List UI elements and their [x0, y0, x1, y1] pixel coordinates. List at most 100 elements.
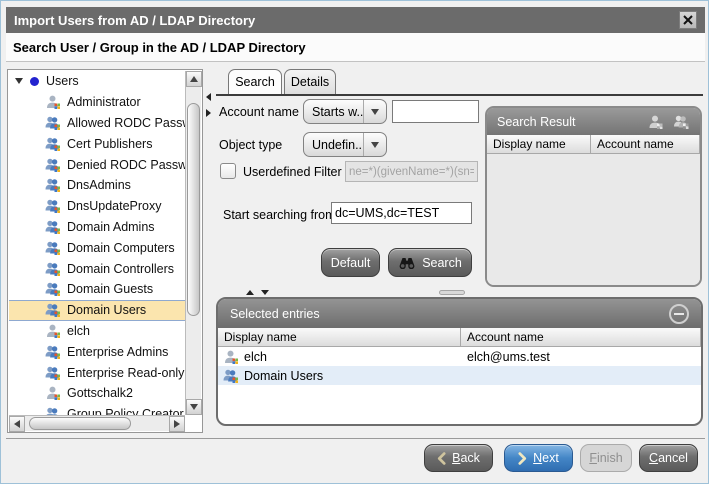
close-button[interactable]: [679, 11, 697, 29]
users-root-icon: [30, 77, 39, 86]
splitter-grip[interactable]: [439, 290, 465, 295]
tree-item-label: Domain Admins: [67, 220, 155, 234]
horizontal-scroll-thumb[interactable]: [29, 417, 131, 430]
selected-entry-row[interactable]: Domain Users: [218, 366, 701, 385]
finish-button[interactable]: Finish: [580, 444, 632, 472]
column-display-name[interactable]: Display name: [218, 328, 461, 347]
user-icon: [45, 323, 61, 339]
dialog-titlebar: Import Users from AD / LDAP Directory: [6, 7, 705, 33]
tree-item-label: Denied RODC Password R: [67, 158, 185, 172]
tree-item[interactable]: Denied RODC Password R: [9, 154, 185, 175]
column-account-name[interactable]: Account name: [591, 135, 700, 154]
tree-item[interactable]: Cert Publishers: [9, 133, 185, 154]
tree-item[interactable]: Enterprise Read-only Dom: [9, 362, 185, 383]
scroll-down-button[interactable]: [186, 399, 202, 415]
cancel-button-label: Cancel: [649, 451, 688, 465]
scroll-left-icon: [14, 420, 20, 428]
next-button[interactable]: Next: [504, 444, 573, 472]
tree-item[interactable]: Domain Admins: [9, 217, 185, 238]
group-icon: [45, 240, 61, 256]
column-account-name[interactable]: Account name: [461, 328, 701, 347]
collapse-panel-button[interactable]: [669, 304, 689, 324]
tree-splitter-handle[interactable]: [206, 93, 211, 117]
object-type-label: Object type: [219, 138, 282, 152]
account-name-input[interactable]: [392, 100, 479, 123]
tree-item-label: DnsUpdateProxy: [67, 199, 162, 213]
add-group-icon[interactable]: [673, 114, 690, 130]
tree-item[interactable]: Administrator: [9, 92, 185, 113]
tree-item-label: Domain Computers: [67, 241, 175, 255]
search-result-panel: Search Result Display name Account name: [485, 106, 702, 287]
user-icon: [45, 385, 61, 401]
tree-item[interactable]: Domain Controllers: [9, 258, 185, 279]
search-button[interactable]: Search: [388, 248, 472, 277]
tree-item-label: elch: [67, 324, 90, 338]
scroll-right-button[interactable]: [169, 416, 185, 432]
add-user-icon[interactable]: [647, 114, 664, 130]
scroll-left-button[interactable]: [9, 416, 25, 432]
tree-item[interactable]: Domain Guests: [9, 279, 185, 300]
collapse-up-icon[interactable]: [246, 290, 254, 295]
tree-item[interactable]: Domain Computers: [9, 237, 185, 258]
account-name-label: Account name: [219, 105, 299, 119]
collapse-down-icon[interactable]: [261, 290, 269, 295]
tree-item-label: DnsAdmins: [67, 178, 131, 192]
tree-item-label: Allowed RODC Password: [67, 116, 185, 130]
directory-tree: Users Administrator: [9, 71, 185, 415]
account-match-dropdown[interactable]: Starts w...: [303, 99, 387, 124]
tree-root-users[interactable]: Users: [9, 71, 185, 92]
scroll-up-button[interactable]: [186, 71, 202, 87]
group-icon: [45, 281, 61, 297]
group-icon: [45, 198, 61, 214]
back-button[interactable]: Back: [424, 444, 493, 472]
tree-item-label: Domain Controllers: [67, 262, 174, 276]
scroll-up-icon: [190, 76, 198, 82]
tree-item[interactable]: Group Policy Creator O: [9, 404, 185, 415]
dropdown-arrow-icon: [363, 133, 386, 156]
back-button-label: Back: [452, 451, 480, 465]
column-display-name[interactable]: Display name: [487, 135, 591, 154]
collapse-left-icon[interactable]: [206, 93, 211, 101]
tree-item-label: Gottschalk2: [67, 386, 133, 400]
import-users-dialog: Import Users from AD / LDAP Directory Se…: [0, 0, 709, 484]
group-icon: [45, 136, 61, 152]
group-icon: [45, 344, 61, 360]
search-button-label: Search: [422, 256, 462, 270]
group-icon: [223, 368, 239, 384]
tree-item[interactable]: Gottschalk2: [9, 383, 185, 404]
tree-item[interactable]: DnsUpdateProxy: [9, 196, 185, 217]
collapse-right-icon[interactable]: [206, 109, 211, 117]
object-type-dropdown[interactable]: Undefin...: [303, 132, 387, 157]
directory-tree-panel: Users Administrator: [7, 69, 203, 433]
entry-account-name: elch@ums.test: [461, 350, 701, 364]
tree-vertical-scrollbar[interactable]: [185, 71, 201, 415]
tree-item[interactable]: Domain Users: [9, 300, 185, 321]
userdefined-filter-checkbox[interactable]: [220, 163, 236, 179]
search-result-column-header: Display name Account name: [487, 135, 700, 154]
tab-search-label: Search: [235, 75, 275, 89]
tree-item[interactable]: Enterprise Admins: [9, 341, 185, 362]
tree-horizontal-scrollbar[interactable]: [9, 415, 185, 431]
back-chevron-icon: [437, 452, 446, 465]
cancel-button[interactable]: Cancel: [639, 444, 698, 472]
tab-search[interactable]: Search: [228, 69, 282, 94]
next-chevron-icon: [518, 452, 527, 465]
tab-details[interactable]: Details: [284, 69, 336, 94]
minus-icon: [674, 313, 684, 315]
dropdown-arrow-icon: [363, 100, 386, 123]
search-result-body[interactable]: [487, 154, 700, 285]
start-searching-from-input[interactable]: [331, 202, 472, 224]
splitter-collapse-arrows[interactable]: [246, 290, 269, 295]
close-icon: [683, 15, 693, 25]
group-icon: [45, 406, 61, 415]
group-icon: [45, 219, 61, 235]
tree-item-label: Administrator: [67, 95, 141, 109]
tree-item[interactable]: DnsAdmins: [9, 175, 185, 196]
default-button[interactable]: Default: [321, 248, 380, 277]
tree-expander-icon[interactable]: [15, 78, 23, 84]
selected-entry-row[interactable]: elch elch@ums.test: [218, 347, 701, 366]
tree-item[interactable]: Allowed RODC Password: [9, 113, 185, 134]
vertical-scroll-thumb[interactable]: [187, 103, 200, 316]
tree-item[interactable]: elch: [9, 321, 185, 342]
binoculars-icon: [398, 256, 416, 269]
